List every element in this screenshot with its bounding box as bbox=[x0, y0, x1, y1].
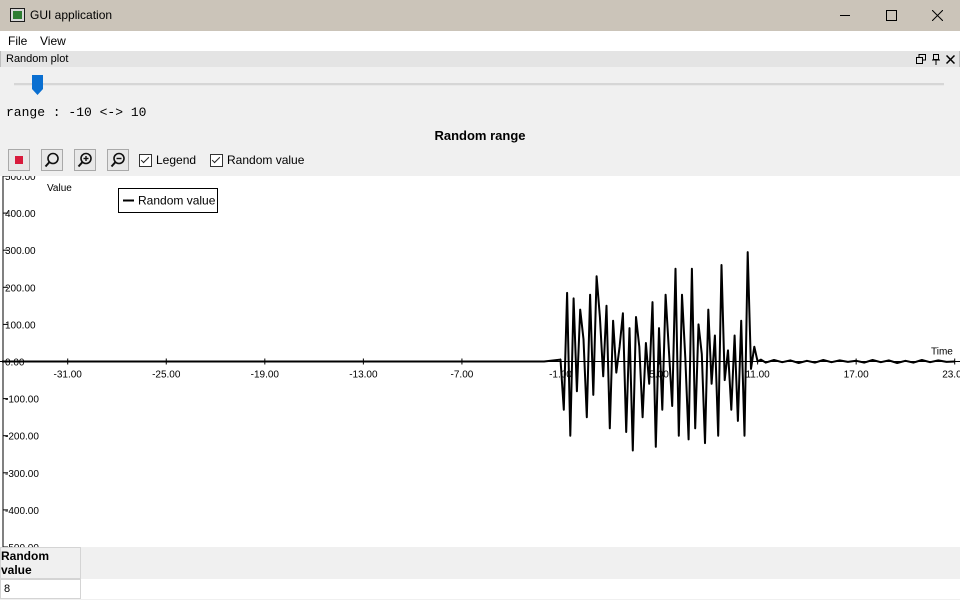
x-tick-label: 11.00 bbox=[745, 370, 770, 381]
range-readout: range : -10 <-> 10 bbox=[6, 105, 147, 120]
dock-close-button[interactable] bbox=[944, 52, 956, 66]
dock-header: Random plot bbox=[0, 51, 960, 67]
range-slider-handle[interactable] bbox=[32, 75, 44, 95]
close-icon bbox=[931, 10, 943, 21]
y-tick-label: -300.00 bbox=[5, 469, 39, 480]
dock-float-button[interactable] bbox=[915, 52, 927, 66]
x-tick-label: -25.00 bbox=[152, 370, 181, 381]
stop-button[interactable] bbox=[8, 149, 30, 171]
y-tick-label: 0.00 bbox=[5, 358, 25, 369]
chart-title: Random range bbox=[434, 128, 526, 143]
maximize-icon bbox=[885, 10, 897, 21]
app-icon bbox=[10, 8, 25, 22]
pin-icon bbox=[932, 53, 940, 65]
stop-icon bbox=[15, 156, 23, 164]
x-tick-label: -31.00 bbox=[54, 370, 83, 381]
table-header-random-value: Random value bbox=[0, 547, 81, 579]
checkbox-checked-icon bbox=[210, 153, 223, 167]
legend-checkbox[interactable]: Legend bbox=[139, 153, 196, 167]
close-icon bbox=[945, 54, 955, 64]
y-axis-label: Value bbox=[47, 183, 72, 194]
zoom-out-icon bbox=[110, 152, 125, 168]
x-tick-label: 17.00 bbox=[844, 370, 869, 381]
y-tick-label: 200.00 bbox=[5, 283, 36, 294]
plot-area[interactable]: 500.00 400.00 300.00 200.00 100.00 0.00 -100.0… bbox=[0, 176, 960, 547]
minimize-button[interactable] bbox=[822, 0, 868, 31]
zoom-in-button[interactable] bbox=[74, 149, 96, 171]
checkbox-checked-icon bbox=[139, 153, 152, 167]
x-tick-label: -7.00 bbox=[451, 370, 474, 381]
dock-title: Random plot bbox=[6, 53, 69, 65]
zoom-button[interactable] bbox=[41, 149, 63, 171]
random-value-checkbox-label: Random value bbox=[227, 153, 305, 167]
y-tick-label: 300.00 bbox=[5, 246, 36, 257]
random-value-checkbox[interactable]: Random value bbox=[210, 153, 304, 167]
close-button[interactable] bbox=[914, 0, 960, 31]
x-tick-label: -19.00 bbox=[251, 370, 280, 381]
legend-checkbox-label: Legend bbox=[156, 153, 197, 167]
dock-pin-button[interactable] bbox=[930, 52, 942, 66]
x-tick-label: 23.00 bbox=[942, 370, 960, 381]
float-icon bbox=[916, 54, 926, 64]
y-tick-label: 100.00 bbox=[5, 320, 36, 331]
menu-file[interactable]: File bbox=[8, 34, 27, 48]
legend-label: Random value bbox=[138, 194, 216, 208]
zoom-out-button[interactable] bbox=[107, 149, 129, 171]
menu-view[interactable]: View bbox=[40, 34, 66, 48]
line-chart: 500.00 400.00 300.00 200.00 100.00 0.00 -100.0… bbox=[0, 176, 960, 547]
series-line-random-value bbox=[2, 251, 955, 452]
y-tick-label: 500.00 bbox=[5, 176, 36, 183]
zoom-in-icon bbox=[77, 152, 92, 168]
y-tick-label: -400.00 bbox=[5, 506, 39, 517]
minimize-icon bbox=[839, 15, 850, 16]
window-titlebar: GUI application bbox=[0, 0, 960, 31]
y-tick-label: 400.00 bbox=[5, 209, 36, 220]
table-empty-space bbox=[81, 579, 960, 599]
y-tick-label: -100.00 bbox=[5, 395, 39, 406]
x-tick-label: -13.00 bbox=[349, 370, 378, 381]
magnifier-icon bbox=[44, 152, 59, 168]
window-title: GUI application bbox=[30, 8, 113, 22]
x-axis-label: Time bbox=[931, 347, 953, 358]
y-tick-label: -200.00 bbox=[5, 432, 39, 443]
maximize-button[interactable] bbox=[868, 0, 914, 31]
range-slider-track[interactable] bbox=[14, 83, 944, 86]
x-tick-label: 5.00 bbox=[649, 370, 669, 381]
menu-bar: File View bbox=[0, 31, 960, 51]
table-cell-random-value[interactable]: 8 bbox=[0, 579, 81, 599]
